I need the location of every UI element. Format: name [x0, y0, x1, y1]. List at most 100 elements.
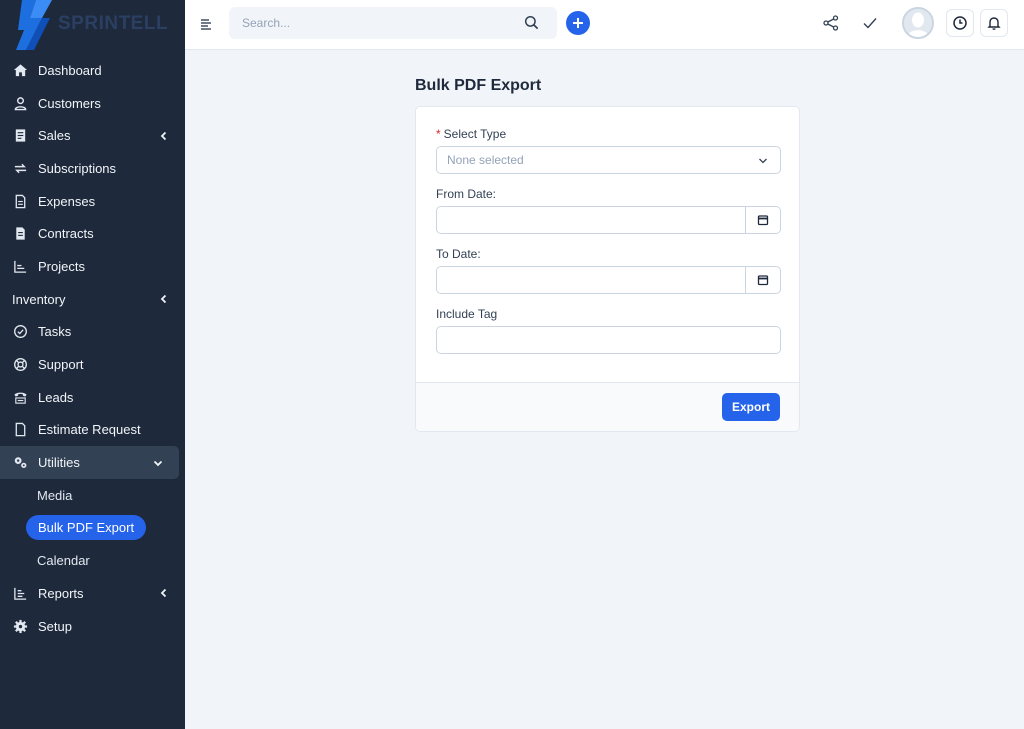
quick-add-button[interactable] [566, 11, 590, 35]
include-tag-input[interactable] [436, 326, 781, 354]
bell-icon [987, 17, 1001, 30]
from-date-input[interactable] [436, 206, 745, 234]
search-icon[interactable] [524, 15, 539, 30]
sidebar-item-label: Leads [38, 389, 74, 405]
to-date-calendar-button[interactable] [745, 266, 781, 294]
gear-icon [12, 618, 28, 634]
export-button[interactable]: Export [721, 393, 780, 421]
chevron-down-icon [759, 158, 767, 164]
select-type-value: None selected [447, 153, 524, 167]
brand-logo[interactable]: SPRINTELL [0, 0, 185, 50]
receipt-icon [12, 128, 28, 144]
check-circle-icon [12, 324, 28, 340]
sidebar-item-label: Inventory [12, 291, 66, 307]
to-date-label: To Date: [436, 247, 481, 261]
include-tag-group: Include Tag [436, 307, 781, 354]
sidebar: SPRINTELL Dashboard Customers Sales Subs… [0, 0, 185, 729]
sidebar-item-label: Utilities [38, 455, 80, 471]
select-type-label: * Select Type [436, 127, 779, 141]
chart-icon [12, 258, 28, 274]
from-date-group: From Date: [436, 187, 781, 234]
from-date-calendar-button[interactable] [745, 206, 781, 234]
sidebar-subitem-calendar[interactable]: Calendar [0, 544, 185, 577]
to-date-field [436, 266, 781, 294]
sidebar-item-label: Dashboard [38, 62, 102, 78]
to-date-input[interactable] [436, 266, 745, 294]
user-avatar-icon [904, 9, 932, 37]
from-date-label: From Date: [436, 187, 497, 201]
sidebar-item-label: Contracts [38, 226, 94, 242]
chevron-left-icon [160, 295, 167, 304]
sidebar-item-support[interactable]: Support [0, 348, 185, 381]
timer-button[interactable] [946, 9, 974, 37]
tty-icon [12, 389, 28, 405]
sidebar-subitem-label: Calendar [37, 553, 90, 569]
sidebar-item-sales[interactable]: Sales [0, 119, 185, 152]
sidebar-subitem-label: Media [37, 487, 73, 503]
chevron-left-icon [160, 131, 167, 140]
chevron-down-icon [153, 460, 163, 466]
brand-name: SPRINTELL [58, 13, 169, 34]
select-type-group: * Select Type None selected [436, 127, 781, 174]
file-text-icon [12, 193, 28, 209]
sidebar-item-label: Tasks [38, 324, 72, 340]
topbar [185, 0, 1024, 50]
contract-icon [12, 226, 28, 242]
user-icon [12, 95, 28, 111]
cogs-icon [12, 455, 28, 471]
menu-toggle-icon[interactable] [199, 17, 213, 31]
clock-icon [953, 16, 967, 30]
from-date-field [436, 206, 781, 234]
plus-icon [573, 18, 583, 28]
notifications-button[interactable] [980, 9, 1008, 37]
sidebar-subitem-label: Bulk PDF Export [26, 515, 147, 541]
bulk-export-form-card: * Select Type None selected From Date: To… [415, 106, 800, 432]
sidebar-item-reports[interactable]: Reports [0, 577, 185, 610]
logo-mark-icon [16, 0, 52, 50]
sidebar-subitem-bulk-pdf-export[interactable]: Bulk PDF Export [0, 512, 185, 545]
sidebar-item-dashboard[interactable]: Dashboard [0, 54, 185, 87]
sidebar-item-label: Expenses [38, 193, 96, 209]
to-date-group: To Date: [436, 247, 781, 294]
sidebar-item-tasks[interactable]: Tasks [0, 316, 185, 349]
sidebar-item-leads[interactable]: Leads [0, 381, 185, 414]
sidebar-item-label: Reports [38, 585, 84, 601]
sidebar-item-label: Sales [38, 128, 71, 144]
calendar-icon [757, 215, 769, 226]
sidebar-item-expenses[interactable]: Expenses [0, 185, 185, 218]
sidebar-item-label: Subscriptions [38, 160, 117, 176]
sidebar-item-label: Setup [38, 618, 72, 634]
include-tag-label: Include Tag [436, 307, 498, 321]
select-type-label-text: Select Type [443, 127, 507, 141]
calendar-icon [757, 275, 769, 286]
card-footer: Export [416, 382, 799, 431]
sidebar-item-utilities[interactable]: Utilities [0, 446, 179, 479]
page-title: Bulk PDF Export [415, 77, 542, 94]
sidebar-nav: Dashboard Customers Sales Subscriptions … [0, 54, 185, 642]
sidebar-item-projects[interactable]: Projects [0, 250, 185, 283]
sidebar-item-contracts[interactable]: Contracts [0, 217, 185, 250]
bar-chart-icon [12, 585, 28, 601]
sidebar-item-customers[interactable]: Customers [0, 87, 185, 120]
search-input[interactable] [229, 7, 499, 39]
lifebuoy-icon [12, 357, 28, 373]
select-type-dropdown[interactable]: None selected [436, 146, 781, 174]
sidebar-item-estimate-request[interactable]: Estimate Request [0, 414, 185, 447]
sidebar-subitem-media[interactable]: Media [0, 479, 185, 512]
sidebar-item-label: Customers [38, 95, 101, 111]
document-icon [12, 422, 28, 438]
sidebar-item-label: Estimate Request [38, 422, 141, 438]
sidebar-item-subscriptions[interactable]: Subscriptions [0, 152, 185, 185]
check-icon[interactable] [861, 14, 879, 32]
sidebar-item-label: Support [38, 357, 84, 373]
sidebar-item-label: Projects [38, 258, 85, 274]
repeat-icon [12, 160, 28, 176]
required-marker: * [436, 127, 441, 141]
chevron-left-icon [160, 589, 167, 598]
sidebar-item-inventory[interactable]: Inventory [0, 283, 185, 316]
share-icon[interactable] [822, 14, 840, 32]
search-bar [229, 7, 557, 39]
sidebar-item-setup[interactable]: Setup [0, 610, 185, 643]
home-icon [12, 62, 28, 78]
avatar[interactable] [902, 7, 934, 39]
